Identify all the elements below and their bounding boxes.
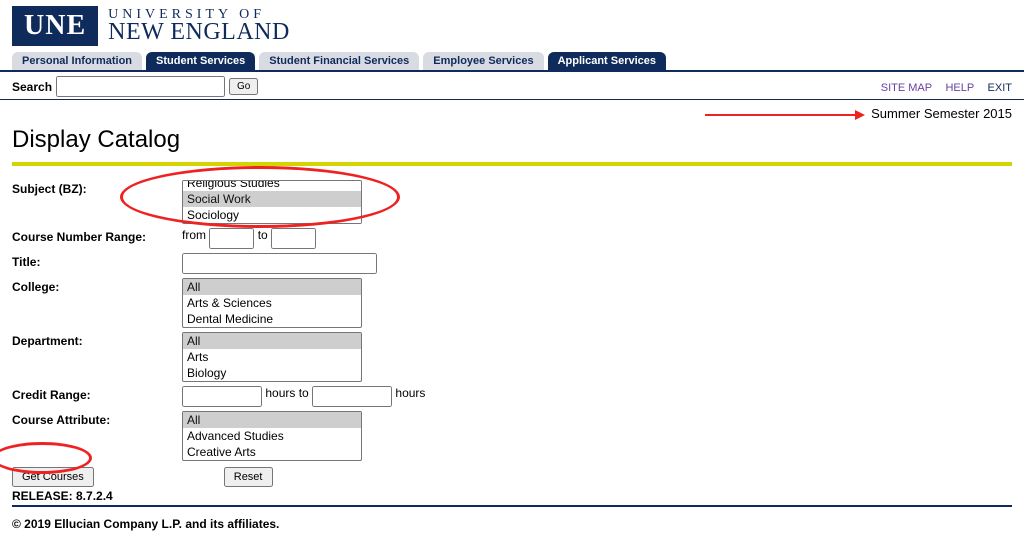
search-input[interactable] xyxy=(56,76,225,97)
attribute-select[interactable]: AllAdvanced StudiesCreative Arts xyxy=(182,411,362,461)
label-hours-to: hours to xyxy=(265,386,308,400)
credit-from-input[interactable] xyxy=(182,386,262,407)
tab-bar: Personal Information Student Services St… xyxy=(0,50,1024,72)
search-go-button[interactable]: Go xyxy=(229,78,258,95)
tab-applicant[interactable]: Applicant Services xyxy=(548,52,666,70)
label-title: Title: xyxy=(12,253,182,269)
label-course-num: Course Number Range: xyxy=(12,228,182,244)
title-divider xyxy=(12,162,1012,166)
logo-text: UNIVERSITY OF NEW ENGLAND xyxy=(108,8,290,44)
tab-student[interactable]: Student Services xyxy=(146,52,255,70)
copyright: © 2019 Ellucian Company L.P. and its aff… xyxy=(12,517,1012,531)
arrow-icon xyxy=(705,108,865,122)
credit-to-input[interactable] xyxy=(312,386,392,407)
term-row: Summer Semester 2015 xyxy=(0,100,1024,122)
link-exit[interactable]: EXIT xyxy=(988,82,1012,94)
logo-box: UNE xyxy=(12,6,98,46)
header-logo: UNE UNIVERSITY OF NEW ENGLAND xyxy=(0,0,1024,50)
label-subject: Subject (BZ): xyxy=(12,180,182,196)
label-attribute: Course Attribute: xyxy=(12,411,182,427)
label-from: from xyxy=(182,228,206,242)
logo-line2: NEW ENGLAND xyxy=(108,21,290,44)
tab-employee[interactable]: Employee Services xyxy=(423,52,543,70)
label-to: to xyxy=(258,228,268,242)
label-credit: Credit Range: xyxy=(12,386,182,402)
link-help[interactable]: HELP xyxy=(945,82,974,94)
subject-select[interactable]: Religious StudiesSocial WorkSociologySpa… xyxy=(182,180,362,224)
page-title: Display Catalog xyxy=(12,126,1012,154)
tab-personal[interactable]: Personal Information xyxy=(12,52,142,70)
course-num-from-input[interactable] xyxy=(209,228,254,249)
title-input[interactable] xyxy=(182,253,377,274)
reset-button[interactable]: Reset xyxy=(224,467,273,487)
get-courses-button[interactable]: Get Courses xyxy=(12,467,94,487)
tab-financial[interactable]: Student Financial Services xyxy=(259,52,419,70)
course-num-to-input[interactable] xyxy=(271,228,316,249)
release-line: RELEASE: 8.7.2.4 xyxy=(12,489,1012,503)
label-department: Department: xyxy=(12,332,182,348)
search-label: Search xyxy=(12,80,52,94)
label-hours: hours xyxy=(395,386,425,400)
label-college: College: xyxy=(12,278,182,294)
college-select[interactable]: AllArts & SciencesDental Medicine xyxy=(182,278,362,328)
department-select[interactable]: AllArtsBiology xyxy=(182,332,362,382)
link-sitemap[interactable]: SITE MAP xyxy=(881,82,932,94)
term-text: Summer Semester 2015 xyxy=(871,106,1012,121)
utility-row: Search Go SITE MAP HELP EXIT xyxy=(0,72,1024,100)
bottom-divider xyxy=(12,505,1012,507)
